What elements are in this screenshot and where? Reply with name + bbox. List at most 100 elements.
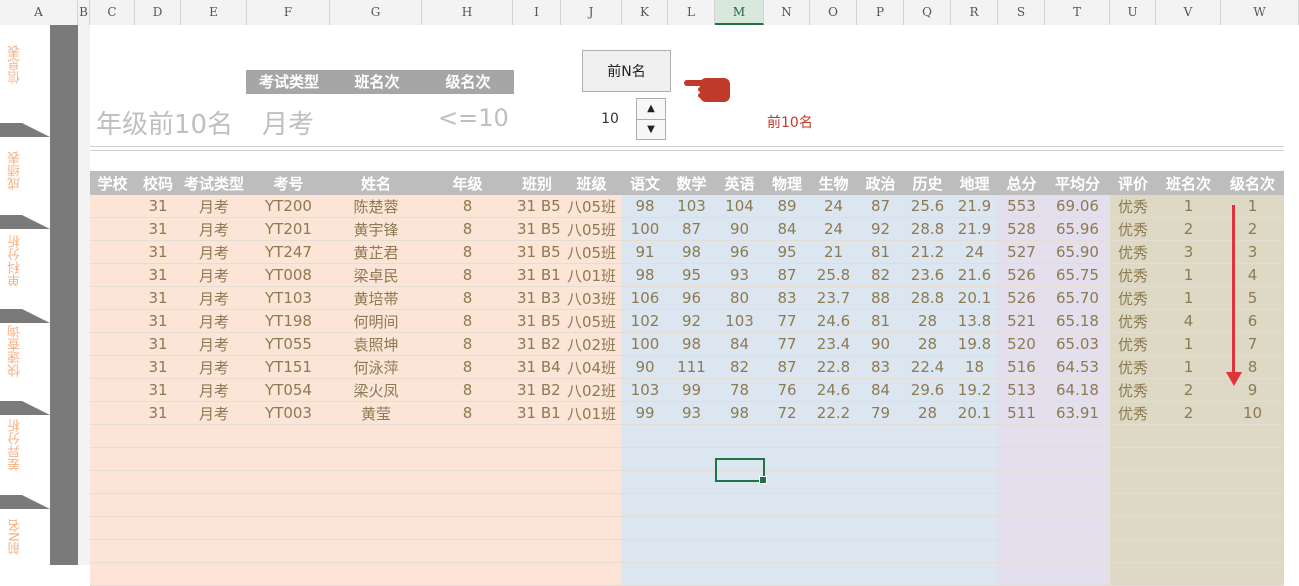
table-cell[interactable] <box>668 493 715 517</box>
table-cell[interactable]: 8 <box>422 263 513 287</box>
table-cell[interactable]: 98 <box>668 332 715 356</box>
table-cell[interactable]: 黄芷君 <box>330 240 422 264</box>
table-cell[interactable]: 八05班 <box>561 217 622 241</box>
table-cell[interactable]: 553 <box>998 195 1045 218</box>
table-cell[interactable]: 21 <box>810 240 857 264</box>
table-cell[interactable] <box>1156 516 1221 540</box>
table-cell[interactable]: 23.7 <box>810 286 857 310</box>
table-cell[interactable] <box>998 516 1045 540</box>
table-cell[interactable] <box>668 539 715 563</box>
table-cell[interactable] <box>715 539 764 563</box>
table-cell[interactable] <box>1110 562 1156 586</box>
table-cell[interactable]: 92 <box>668 309 715 333</box>
table-cell[interactable]: 8 <box>422 378 513 402</box>
table-cell[interactable]: 何明间 <box>330 309 422 333</box>
table-cell[interactable] <box>561 493 622 517</box>
table-cell[interactable] <box>247 562 330 586</box>
table-cell[interactable]: 2 <box>1156 378 1221 402</box>
col-header-N[interactable]: N <box>764 0 810 25</box>
table-cell[interactable]: 黄培帯 <box>330 286 422 310</box>
table-cell[interactable] <box>90 401 135 425</box>
table-cell[interactable]: 84 <box>764 217 810 241</box>
table-cell[interactable]: YT008 <box>247 263 330 287</box>
table-cell[interactable]: 100 <box>622 217 668 241</box>
table-cell[interactable]: 31 <box>135 332 181 356</box>
table-cell[interactable]: 31 B4 <box>513 355 561 379</box>
table-cell[interactable]: 31 <box>135 286 181 310</box>
table-cell[interactable]: 月考 <box>181 378 247 402</box>
col-header-L[interactable]: L <box>668 0 715 25</box>
sheet-tab-info[interactable]: 信息表 <box>0 25 50 137</box>
table-cell[interactable] <box>1110 447 1156 471</box>
table-cell[interactable] <box>330 424 422 448</box>
table-cell[interactable]: 何泳萍 <box>330 355 422 379</box>
table-cell[interactable] <box>951 447 998 471</box>
table-cell[interactable] <box>622 493 668 517</box>
table-cell[interactable]: 月考 <box>181 263 247 287</box>
table-cell[interactable]: 月考 <box>181 309 247 333</box>
table-cell[interactable]: 23.6 <box>904 263 951 287</box>
table-cell[interactable] <box>810 447 857 471</box>
column-header[interactable]: 年级 <box>422 171 513 195</box>
spin-down-icon[interactable]: ▼ <box>637 120 665 140</box>
table-cell[interactable]: 优秀 <box>1110 240 1156 264</box>
table-cell[interactable]: 79 <box>857 401 904 425</box>
table-cell[interactable] <box>951 539 998 563</box>
table-cell[interactable]: 24 <box>810 217 857 241</box>
table-cell[interactable] <box>857 424 904 448</box>
table-cell[interactable] <box>1045 516 1110 540</box>
table-cell[interactable] <box>247 516 330 540</box>
table-cell[interactable]: 优秀 <box>1110 195 1156 218</box>
table-cell[interactable] <box>90 355 135 379</box>
table-cell[interactable] <box>1221 424 1284 448</box>
criteria-grade-rank-value[interactable]: <=10 <box>438 104 509 132</box>
col-header-I[interactable]: I <box>513 0 561 25</box>
table-cell[interactable]: 72 <box>764 401 810 425</box>
table-cell[interactable] <box>904 539 951 563</box>
table-cell[interactable]: 526 <box>998 263 1045 287</box>
table-cell[interactable]: 65.75 <box>1045 263 1110 287</box>
table-cell[interactable] <box>998 539 1045 563</box>
table-cell[interactable] <box>1156 424 1221 448</box>
table-cell[interactable] <box>1221 539 1284 563</box>
table-cell[interactable]: 1 <box>1156 195 1221 218</box>
table-cell[interactable] <box>1156 470 1221 494</box>
table-cell[interactable]: 八05班 <box>561 240 622 264</box>
table-cell[interactable] <box>1045 562 1110 586</box>
table-cell[interactable]: 528 <box>998 217 1045 241</box>
column-header[interactable]: 英语 <box>715 171 764 195</box>
table-cell[interactable]: 8 <box>422 332 513 356</box>
table-cell[interactable] <box>951 493 998 517</box>
table-cell[interactable]: 103 <box>715 309 764 333</box>
table-cell[interactable]: 黄莹 <box>330 401 422 425</box>
table-cell[interactable] <box>622 447 668 471</box>
column-header[interactable]: 学校 <box>90 171 135 195</box>
table-cell[interactable]: 袁照坤 <box>330 332 422 356</box>
table-cell[interactable]: 98 <box>715 401 764 425</box>
table-cell[interactable] <box>90 562 135 586</box>
table-cell[interactable] <box>135 539 181 563</box>
table-cell[interactable]: 6 <box>1221 309 1284 333</box>
table-cell[interactable] <box>181 493 247 517</box>
table-cell[interactable]: 优秀 <box>1110 263 1156 287</box>
table-cell[interactable]: 月考 <box>181 217 247 241</box>
table-cell[interactable] <box>764 516 810 540</box>
table-cell[interactable] <box>513 447 561 471</box>
table-cell[interactable]: 65.03 <box>1045 332 1110 356</box>
table-cell[interactable] <box>513 424 561 448</box>
table-cell[interactable]: 7 <box>1221 332 1284 356</box>
table-cell[interactable] <box>715 516 764 540</box>
table-cell[interactable] <box>668 516 715 540</box>
table-cell[interactable]: 516 <box>998 355 1045 379</box>
table-cell[interactable] <box>135 493 181 517</box>
table-cell[interactable]: 8 <box>422 217 513 241</box>
table-cell[interactable]: 31 B2 <box>513 378 561 402</box>
table-cell[interactable] <box>90 286 135 310</box>
sheet-tab-difference-analysis[interactable]: 差异分析 <box>0 415 50 509</box>
table-cell[interactable] <box>951 516 998 540</box>
table-cell[interactable] <box>622 516 668 540</box>
column-header[interactable]: 评价 <box>1110 171 1156 195</box>
table-cell[interactable] <box>904 424 951 448</box>
table-cell[interactable] <box>1156 493 1221 517</box>
table-cell[interactable]: 31 B1 <box>513 263 561 287</box>
